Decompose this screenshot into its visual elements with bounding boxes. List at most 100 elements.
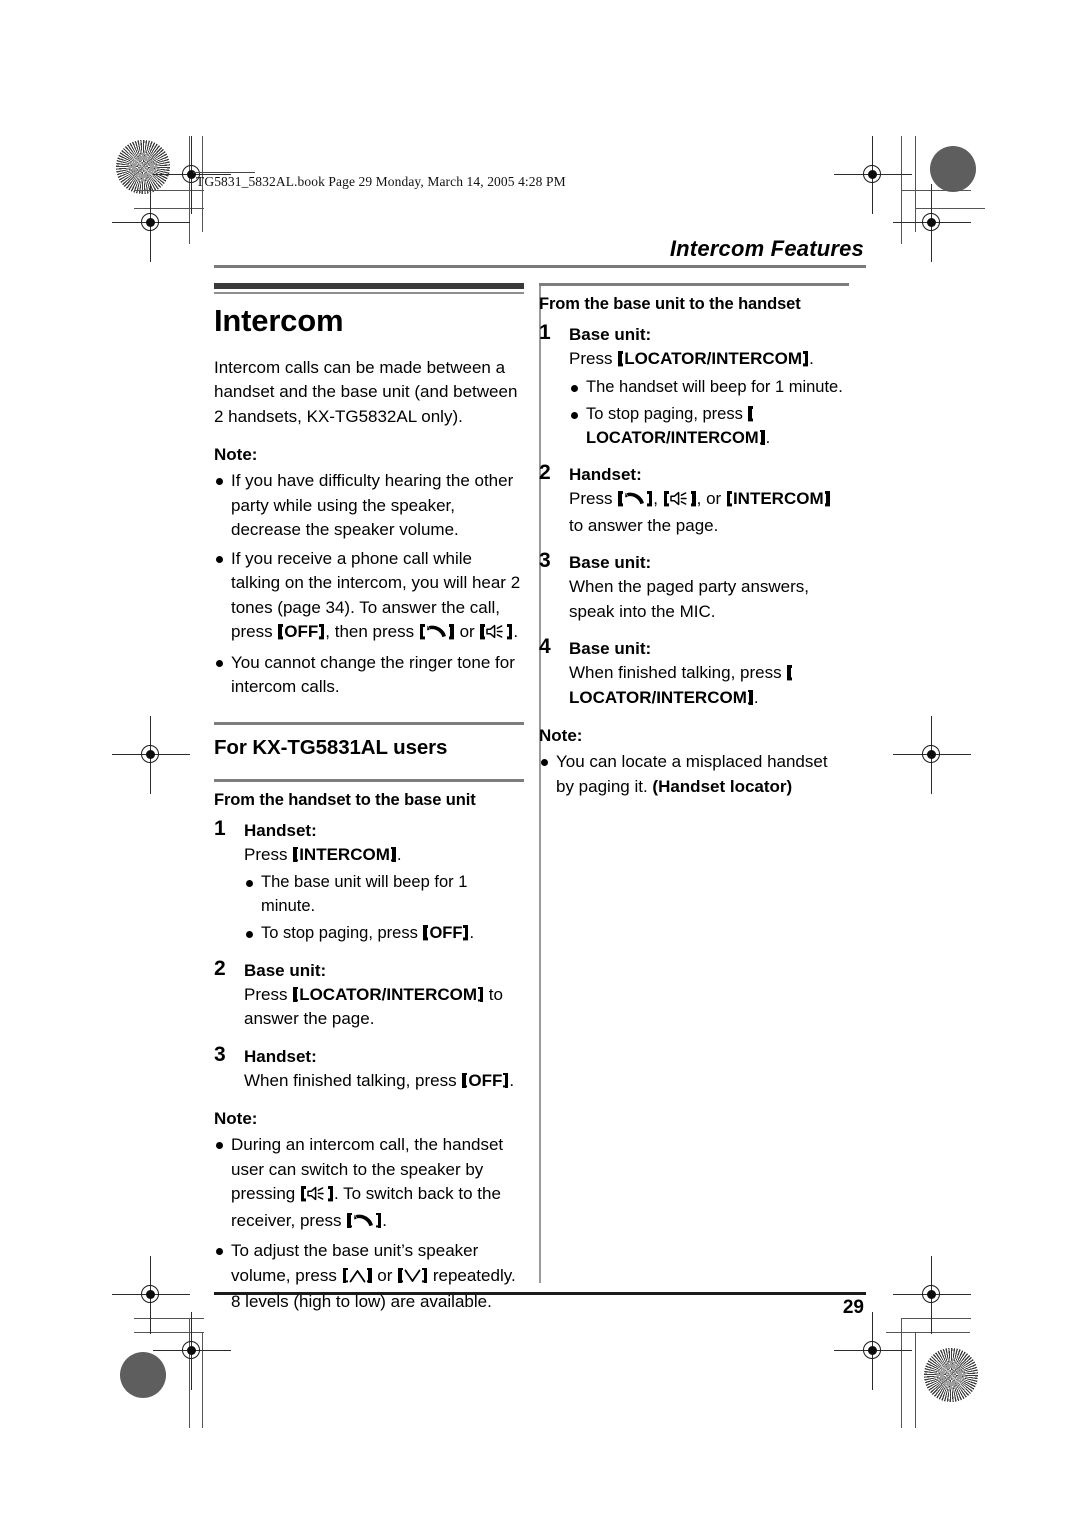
note-bullet: To adjust the base unit’s speaker volume… xyxy=(214,1239,524,1315)
note-bullet: If you have difficulty hearing the other… xyxy=(214,469,524,543)
step-item: 2 Base unit: Press LOCATOR/INTERCOM to ans… xyxy=(214,956,524,1032)
sub-heading-rule xyxy=(214,778,524,782)
step-title: Handset: xyxy=(244,820,317,840)
speakerphone-icon xyxy=(669,489,690,514)
right-sub-heading: From the base unit to the handset xyxy=(539,295,801,313)
note-bullet: If you receive a phone call while talkin… xyxy=(214,547,524,647)
key-bracket-right-icon xyxy=(327,1186,333,1201)
key-label: LOCATOR/INTERCOM xyxy=(624,349,803,368)
key-bracket-left-icon xyxy=(618,351,624,366)
key-bracket-right-icon xyxy=(647,491,653,506)
speakerphone-icon xyxy=(307,1184,327,1209)
right-note-label: Note: xyxy=(539,726,583,745)
key-label: INTERCOM xyxy=(299,844,390,864)
title-rule-thin xyxy=(214,291,524,294)
key-bracket-left-icon xyxy=(462,1072,468,1088)
page-number: 29 xyxy=(842,1297,864,1318)
step-title: Base unit: xyxy=(569,325,652,344)
note2-label: Note: xyxy=(214,1109,258,1128)
step-number: 1 xyxy=(539,321,551,344)
key-bracket-left-icon xyxy=(423,925,429,940)
speakerphone-icon xyxy=(486,622,506,647)
section-heading-rule xyxy=(214,721,524,725)
step-bullet: The handset will beep for 1 minute. xyxy=(569,376,849,400)
step-item: 3 Handset: When finished talking, press OF… xyxy=(214,1042,524,1094)
step-number: 2 xyxy=(539,461,551,484)
key-label: OFF xyxy=(284,622,319,641)
key-bracket-right-icon xyxy=(422,1267,428,1283)
step-bullet: To stop paging, press OFF. xyxy=(244,922,524,946)
step-item: 2 Handset: Press , , or INTERCOM to answer… xyxy=(539,461,849,538)
manual-page: TG5831_5832AL.book Page 29 Monday, March… xyxy=(0,0,1080,1528)
key-bracket-left-icon xyxy=(748,406,754,421)
key-bracket-right-icon xyxy=(507,624,513,639)
intro-paragraph: Intercom calls can be made between a han… xyxy=(214,357,518,426)
key-bracket-left-icon xyxy=(480,624,486,639)
emphasis-text: (Handset locator) xyxy=(652,776,793,796)
step-number: 2 xyxy=(214,956,226,980)
running-head-rule xyxy=(214,265,866,268)
sub-heading: From the handset to the base unit xyxy=(214,790,476,809)
key-label: INTERCOM xyxy=(732,489,824,508)
key-bracket-left-icon xyxy=(278,624,284,639)
right-column: From the base unit to the handset 1 Base … xyxy=(539,283,849,799)
key-bracket-right-icon xyxy=(747,689,753,705)
note-list: If you have difficulty hearing the other… xyxy=(214,469,524,700)
step-body: Press LOCATOR/INTERCOM to answer the pag… xyxy=(244,984,503,1029)
step-number: 4 xyxy=(539,635,551,658)
step-item: 4 Base unit: When finished talking, press … xyxy=(539,635,849,710)
step-bullet: To stop paging, press LOCATOR/INTERCOM. xyxy=(569,403,849,450)
key-bracket-left-icon xyxy=(347,1212,353,1228)
step-title: Handset: xyxy=(244,1046,317,1066)
key-bracket-right-icon xyxy=(448,624,454,639)
key-label: LOCATOR/INTERCOM xyxy=(586,428,759,447)
key-bracket-left-icon xyxy=(300,1186,306,1201)
key-bracket-right-icon xyxy=(390,846,396,862)
page-title: Intercom xyxy=(214,302,344,338)
step-body: Press , , or INTERCOM to answer the page… xyxy=(569,487,849,538)
key-bracket-left-icon xyxy=(726,491,732,506)
note2-list: During an intercom call, the handset use… xyxy=(214,1133,524,1315)
key-label: LOCATOR/INTERCOM xyxy=(569,687,747,707)
key-bracket-left-icon xyxy=(293,846,299,862)
note-bullet: You can locate a misplaced handset by pa… xyxy=(539,750,849,799)
key-bracket-left-icon xyxy=(293,986,299,1002)
step-number: 3 xyxy=(214,1042,226,1066)
page-footer-rule xyxy=(214,1292,866,1295)
key-bracket-right-icon xyxy=(503,1072,509,1088)
file-header-rule xyxy=(193,172,255,173)
key-bracket-right-icon xyxy=(463,925,469,940)
step-bullet-list: The handset will beep for 1 minute. To st… xyxy=(569,376,849,451)
step-item: 1 Base unit: Press LOCATOR/INTERCOM. The ha… xyxy=(539,321,849,451)
key-bracket-right-icon xyxy=(803,351,809,366)
note-bullet: During an intercom call, the handset use… xyxy=(214,1133,524,1235)
section-heading: For KX-TG5831AL users xyxy=(214,735,448,759)
key-bracket-right-icon xyxy=(759,429,765,445)
key-bracket-right-icon xyxy=(319,624,325,639)
talk-handset-icon xyxy=(624,489,646,514)
step-body: Press LOCATOR/INTERCOM. xyxy=(569,349,814,368)
key-bracket-right-icon xyxy=(478,986,484,1002)
key-label: LOCATOR/INTERCOM xyxy=(299,984,478,1004)
step-body: When the paged party answers, speak into… xyxy=(569,577,810,621)
title-rule-thick xyxy=(214,283,524,289)
key-bracket-left-icon xyxy=(663,491,669,506)
key-bracket-right-icon xyxy=(376,1212,382,1228)
step-title: Handset: xyxy=(569,465,642,484)
step-bullet-list: The base unit will beep for 1 minute. To … xyxy=(244,871,524,946)
step-body: Press INTERCOM. xyxy=(244,844,402,864)
note-label: Note: xyxy=(214,445,258,464)
step-number: 1 xyxy=(214,816,226,840)
key-bracket-left-icon xyxy=(398,1267,404,1283)
step-title: Base unit: xyxy=(569,639,652,658)
file-header-text: TG5831_5832AL.book Page 29 Monday, March… xyxy=(196,174,566,189)
right-steps-list: 1 Base unit: Press LOCATOR/INTERCOM. The ha… xyxy=(539,321,849,710)
steps-list: 1 Handset: Press INTERCOM. The base unit wi… xyxy=(214,816,524,1094)
key-bracket-right-icon xyxy=(690,491,696,506)
key-bracket-left-icon xyxy=(618,491,624,506)
key-label: OFF xyxy=(429,924,463,942)
key-bracket-right-icon xyxy=(824,491,830,506)
key-bracket-left-icon xyxy=(342,1267,348,1283)
right-sub-heading-rule xyxy=(539,283,849,286)
running-head: Intercom Features xyxy=(669,236,864,261)
